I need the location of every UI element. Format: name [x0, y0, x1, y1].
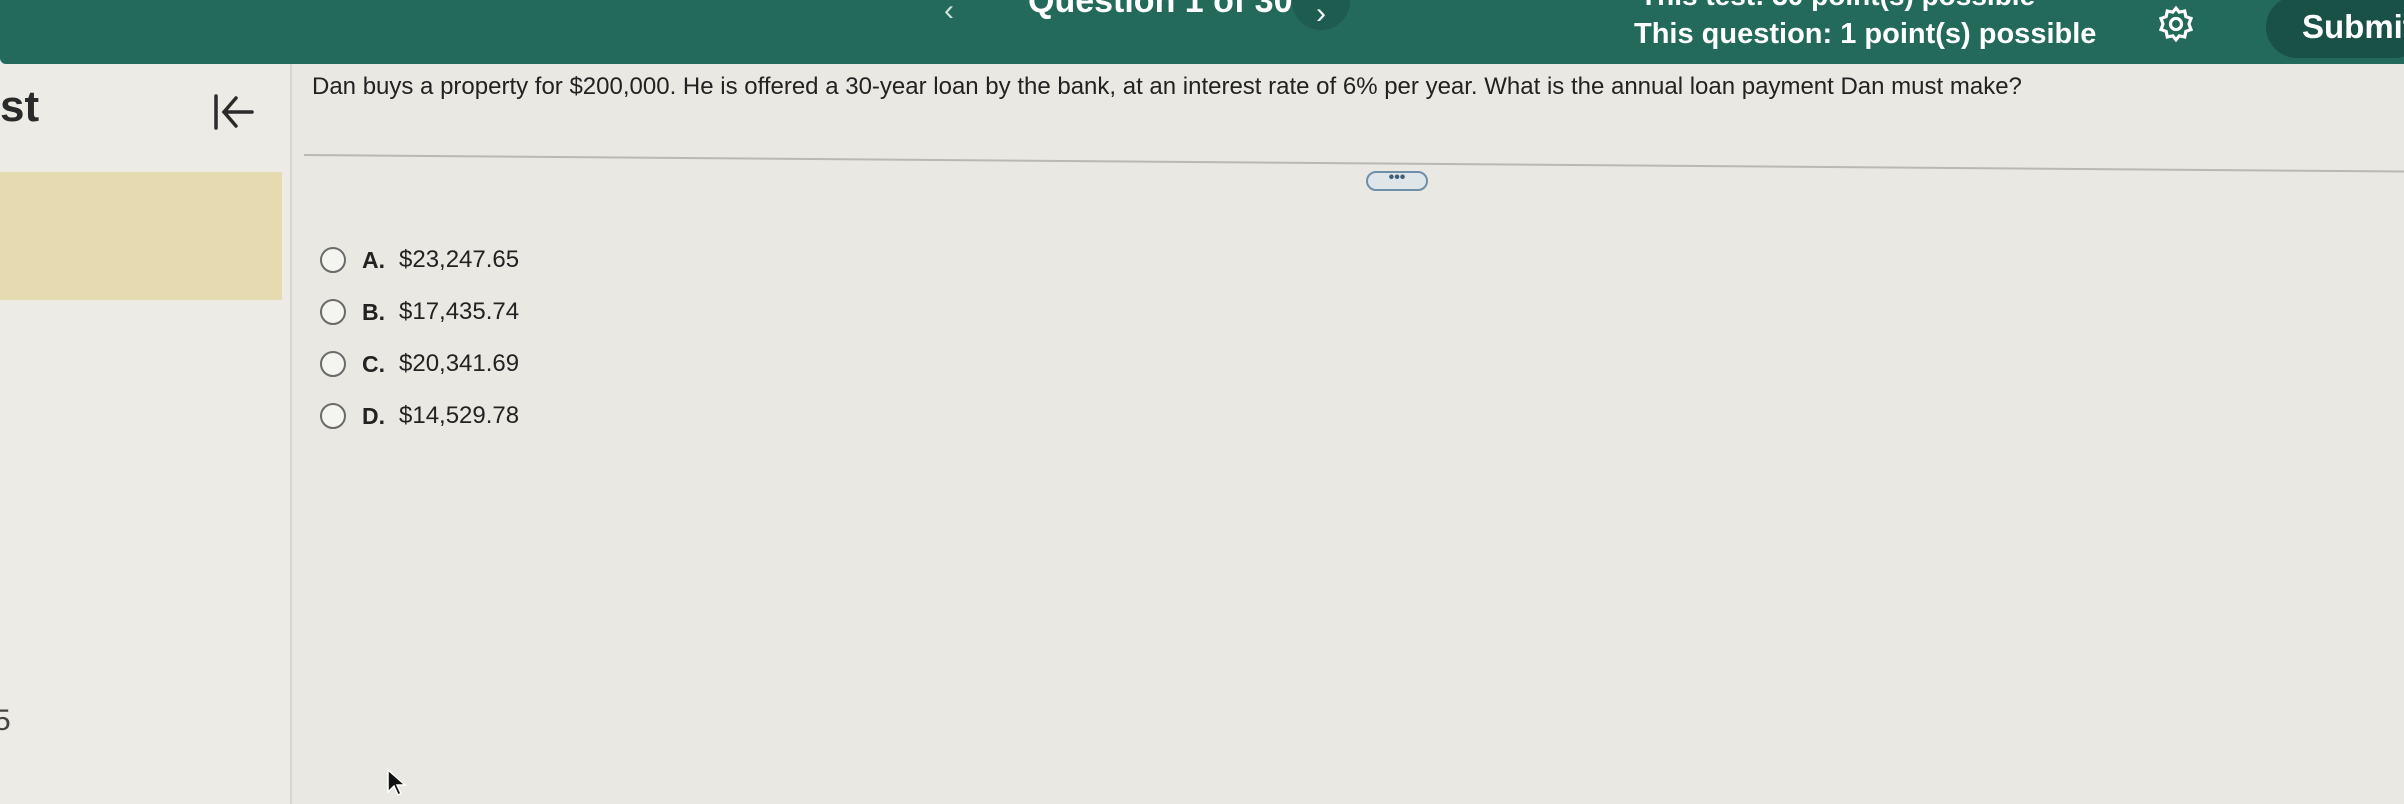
option-letter: B.	[362, 298, 385, 325]
answer-option-b[interactable]: B. $17,435.74	[320, 286, 519, 338]
sidebar-number: 5	[0, 704, 11, 737]
option-value: $17,435.74	[399, 298, 520, 325]
option-letter: A.	[362, 246, 385, 273]
question-panel: Dan buys a property for $200,000. He is …	[292, 64, 2404, 804]
submit-button[interactable]: Submit	[2266, 0, 2404, 58]
expand-more-button[interactable]: •••	[1366, 170, 1428, 191]
answer-option-c[interactable]: C. $20,341.69	[320, 338, 519, 390]
sidebar-title: st	[0, 82, 40, 131]
answer-option-a[interactable]: A. $23,247.65	[320, 234, 519, 286]
option-letter: C.	[362, 350, 385, 377]
previous-question-button[interactable]: ‹	[944, 0, 954, 28]
radio-button[interactable]	[320, 351, 346, 377]
answer-option-d[interactable]: D. $14,529.78	[320, 390, 519, 442]
question-text: Dan buys a property for $200,000. He is …	[312, 73, 2022, 100]
option-value: $23,247.65	[399, 246, 520, 273]
selected-question-item[interactable]	[0, 172, 282, 300]
question-points-label: This question: 1 point(s) possible	[1634, 18, 2097, 50]
option-value: $14,529.78	[399, 402, 520, 429]
divider	[303, 154, 2404, 173]
question-counter: Question 1 of 30	[1028, 0, 1293, 20]
option-letter: D.	[362, 402, 385, 429]
settings-button[interactable]	[2154, 2, 2198, 46]
answer-options: A. $23,247.65 B. $17,435.74 C. $20,341.6…	[320, 234, 519, 442]
mouse-pointer-icon	[387, 768, 407, 797]
radio-button[interactable]	[320, 247, 346, 273]
radio-button[interactable]	[320, 403, 346, 429]
gear-icon	[2158, 5, 2194, 43]
collapse-sidebar-button[interactable]	[204, 84, 260, 140]
option-value: $20,341.69	[399, 350, 520, 377]
collapse-left-icon	[214, 94, 254, 130]
left-sidebar: st 5	[0, 64, 292, 804]
radio-button[interactable]	[320, 299, 346, 325]
next-question-button[interactable]: ›	[1292, 0, 1350, 30]
top-bar: ‹ Question 1 of 30 › This test: 30 point…	[0, 0, 2404, 64]
test-points-label: This test: 30 point(s) possible	[1640, 0, 2035, 12]
